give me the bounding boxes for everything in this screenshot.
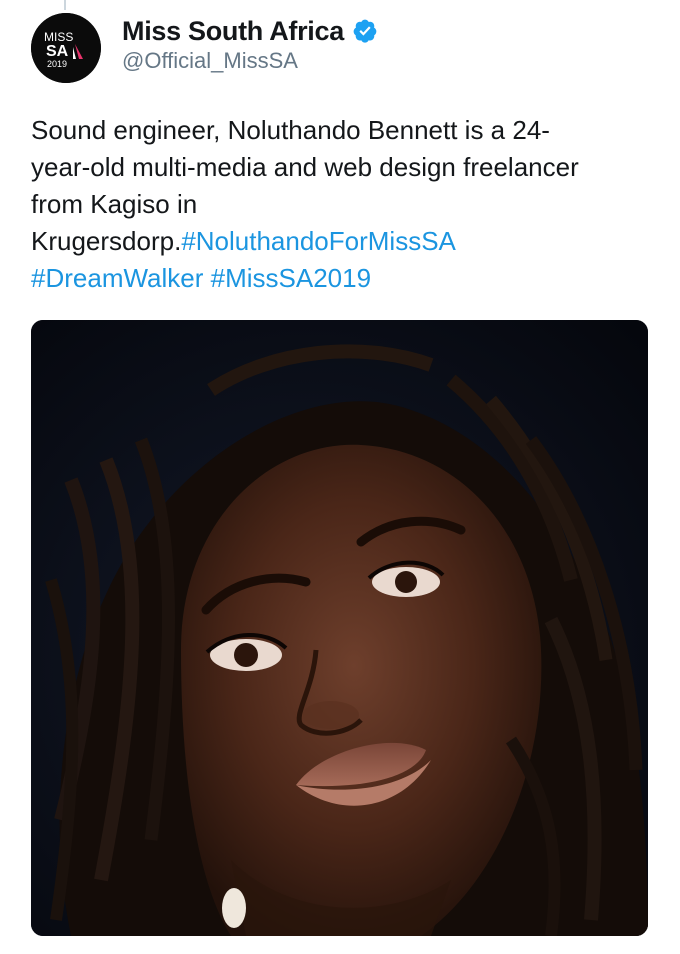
tweet-text-line: year-old multi-media and web design free…: [31, 149, 651, 186]
thread-connector-line: [64, 0, 66, 10]
portrait-photo-icon: [31, 320, 648, 936]
verified-badge-icon: [352, 18, 378, 44]
tweet-text-line: Sound engineer, Noluthando Bennett is a …: [31, 112, 651, 149]
tweet-media-photo[interactable]: [31, 320, 648, 936]
tweet-text-segment: Sound engineer, Noluthando Bennett is a …: [31, 115, 550, 145]
hashtag-link-misssa2019[interactable]: #MissSA2019: [211, 263, 371, 293]
tweet-text-segment: Krugersdorp.: [31, 226, 182, 256]
hashtag-link-noluthandoformisssa[interactable]: #NoluthandoForMissSA: [181, 226, 456, 256]
user-handle[interactable]: @Official_MissSA: [122, 48, 660, 74]
avatar[interactable]: MISS SA 2019: [31, 13, 101, 83]
tweet-text: Sound engineer, Noluthando Bennett is a …: [31, 112, 651, 297]
hashtag-link-dreamwalker[interactable]: #DreamWalker: [31, 263, 203, 293]
tweet-text-line: from Kagiso in: [31, 186, 651, 223]
avatar-text-year: 2019: [47, 59, 67, 69]
tweet-text-line: #DreamWalker #MissSA2019: [31, 260, 651, 297]
tweet-text-segment: year-old multi-media and web design free…: [31, 152, 579, 182]
display-name[interactable]: Miss South Africa: [122, 16, 344, 47]
miss-sa-logo-icon: MISS SA 2019: [31, 13, 101, 83]
tweet-text-line: Krugersdorp.#NoluthandoForMissSA: [31, 223, 651, 260]
avatar-text-miss: MISS: [44, 30, 73, 44]
tweet-text-segment: from Kagiso in: [31, 189, 198, 219]
name-row: Miss South Africa: [122, 14, 660, 48]
avatar-text-sa: SA: [46, 43, 69, 60]
tweet-header: Miss South Africa @Official_MissSA: [122, 14, 660, 74]
